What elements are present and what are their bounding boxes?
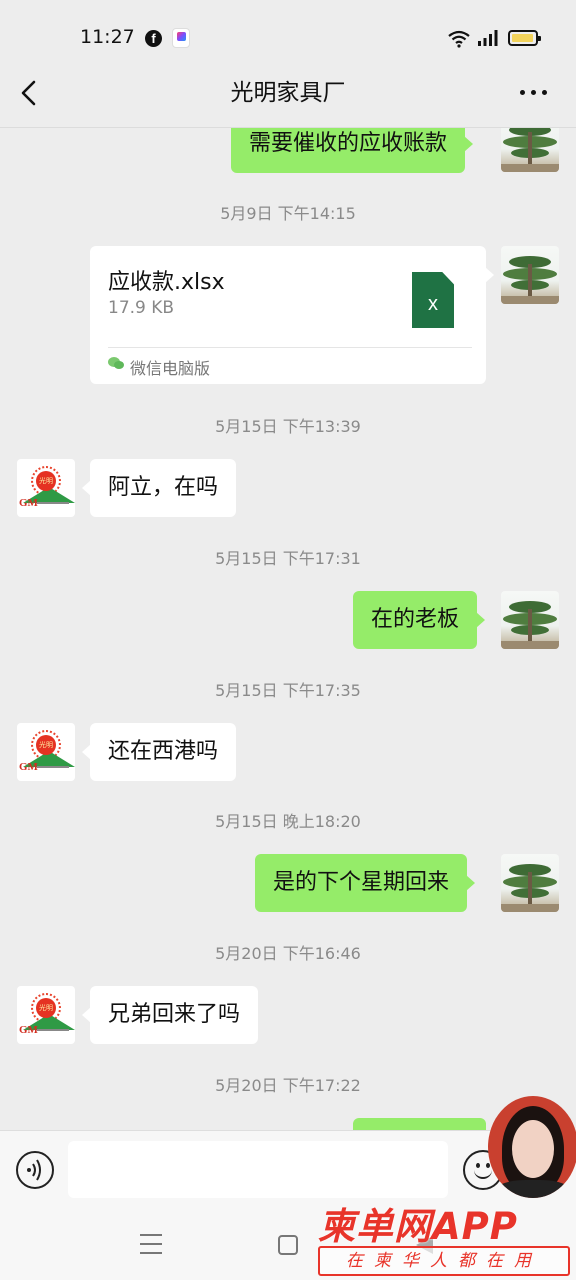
watermark-tagline: 在柬华人都在用 bbox=[318, 1246, 570, 1276]
wifi-icon bbox=[448, 30, 470, 48]
divider bbox=[108, 347, 472, 348]
my-avatar[interactable] bbox=[501, 246, 559, 304]
message-bubble-me-partial[interactable] bbox=[353, 1118, 486, 1130]
my-avatar[interactable] bbox=[501, 128, 559, 172]
message-bubble-me[interactable]: 在的老板 bbox=[353, 591, 486, 649]
facebook-icon: f bbox=[145, 30, 162, 47]
excel-file-icon: x bbox=[412, 272, 454, 328]
message-bubble-other[interactable]: 阿立，在吗 bbox=[81, 459, 237, 517]
battery-icon bbox=[508, 30, 541, 46]
file-size: 17.9 KB bbox=[108, 298, 175, 318]
message-timestamp: 5月20日 下午16:46 bbox=[215, 944, 361, 963]
my-avatar[interactable] bbox=[501, 854, 559, 912]
file-source-label: 微信电脑版 bbox=[130, 359, 211, 378]
wechat-icon bbox=[108, 357, 124, 369]
file-name: 应收款.xlsx bbox=[108, 270, 225, 295]
chat-header: 光明家具厂 bbox=[0, 76, 576, 128]
message-bubble-me[interactable]: 是的下个星期回来 bbox=[255, 854, 476, 912]
app-icon bbox=[172, 28, 190, 48]
message-timestamp: 5月15日 晚上18:20 bbox=[215, 812, 361, 831]
my-avatar[interactable] bbox=[501, 591, 559, 649]
watermark-title: 柬单网APP bbox=[318, 1205, 518, 1248]
message-input[interactable] bbox=[68, 1141, 448, 1198]
page-title: 光明家具厂 bbox=[230, 80, 346, 106]
chat-area[interactable]: 需要催收的应收账款 5月9日 下午14:15 应收款.xlsx 17.9 KB … bbox=[0, 128, 576, 1130]
message-bubble-other[interactable]: 还在西港吗 bbox=[81, 723, 237, 781]
message-timestamp: 5月15日 下午17:35 bbox=[215, 681, 361, 700]
file-message-card[interactable]: 应收款.xlsx 17.9 KB x 微信电脑版 bbox=[90, 246, 494, 384]
status-bar: 11:27 f bbox=[0, 0, 576, 76]
message-bubble-other[interactable]: 兄弟回来了吗 bbox=[81, 986, 259, 1044]
menu-icon[interactable] bbox=[140, 1234, 162, 1254]
status-time: 11:27 bbox=[80, 26, 135, 48]
message-bubble-me[interactable]: 需要催收的应收账款 bbox=[231, 128, 474, 173]
message-timestamp: 5月15日 下午13:39 bbox=[215, 417, 361, 436]
home-icon[interactable] bbox=[278, 1235, 298, 1255]
contact-avatar[interactable]: 光明 GM bbox=[17, 459, 75, 517]
contact-avatar[interactable]: 光明 GM bbox=[17, 723, 75, 781]
message-timestamp: 5月9日 下午14:15 bbox=[220, 204, 356, 223]
voice-icon[interactable] bbox=[15, 1150, 55, 1190]
more-dots-icon[interactable] bbox=[520, 90, 548, 96]
contact-avatar[interactable]: 光明 GM bbox=[17, 986, 75, 1044]
message-timestamp: 5月20日 下午17:22 bbox=[215, 1076, 361, 1095]
floating-profile-avatar bbox=[488, 1096, 576, 1198]
signal-icon bbox=[478, 30, 498, 46]
message-timestamp: 5月15日 下午17:31 bbox=[215, 549, 361, 568]
